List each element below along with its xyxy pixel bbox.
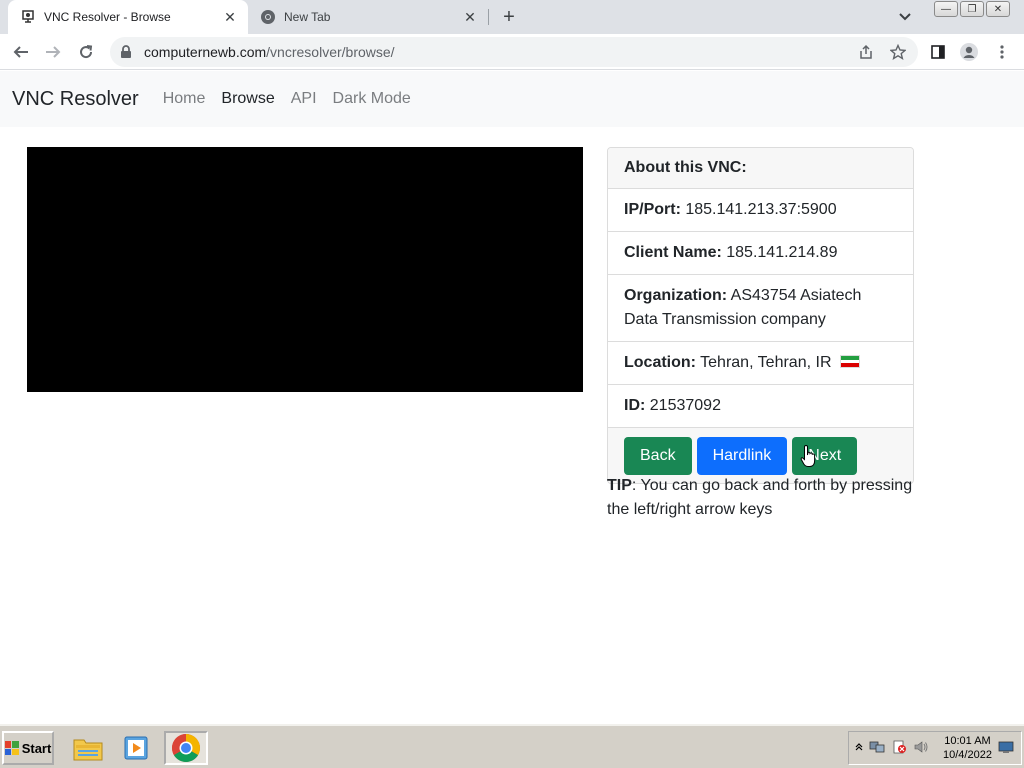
info-label: ID: [624,397,646,414]
info-value: 185.141.213.37:5900 [685,201,837,218]
back-button[interactable]: Back [624,437,692,475]
tray-clock[interactable]: 10:01 AM 10/4/2022 [943,734,992,762]
info-row-client-name: Client Name: 185.141.214.89 [608,232,913,275]
tray-show-desktop-icon[interactable] [998,740,1014,757]
browser-toolbar: computernewb.com/vncresolver/browse/ [0,34,1024,70]
info-row-ip-port: IP/Port: 185.141.213.37:5900 [608,189,913,232]
windows-logo-icon [4,741,19,755]
tab-new-tab[interactable]: New Tab ✕ [248,0,488,34]
info-value: Tehran, Tehran, IR [700,354,832,371]
tab-strip: VNC Resolver - Browse ✕ New Tab ✕ + — ❐ … [0,0,1024,34]
nav-link-api[interactable]: API [291,90,317,108]
back-arrow-icon[interactable] [10,41,32,63]
iran-flag-icon [839,355,860,368]
kebab-menu-icon[interactable] [992,41,1012,63]
clock-date: 10/4/2022 [943,749,992,761]
restore-icon[interactable]: ❐ [960,1,984,17]
system-tray: 10:01 AM 10/4/2022 [848,731,1022,765]
nav-link-home[interactable]: Home [163,90,206,108]
info-label: Client Name: [624,244,722,261]
nav-link-browse[interactable]: Browse [221,90,274,108]
vnc-screenshot [27,147,583,392]
close-window-icon[interactable]: ✕ [986,1,1010,17]
info-value: 185.141.214.89 [726,244,838,261]
reload-icon[interactable] [75,41,97,63]
tip-label: TIP [607,477,632,494]
site-navbar: VNC Resolver Home Browse API Dark Mode [0,71,1024,127]
nav-link-dark-mode[interactable]: Dark Mode [333,90,411,108]
info-label: Organization: [624,287,728,304]
start-button[interactable]: Start [2,731,54,765]
share-icon[interactable] [856,41,876,63]
tip-body: : You can go back and forth by pressing … [607,477,913,518]
info-row-id: ID: 21537092 [608,385,913,428]
tab-search-chevron-icon[interactable] [896,8,914,26]
os-taskbar: Start 10:01 AM 10/4/2022 [0,724,1024,768]
start-label: Start [21,740,52,756]
taskbar-file-explorer-icon[interactable] [66,731,110,765]
tab-close-icon[interactable]: ✕ [462,9,478,25]
info-row-organization: Organization: AS43754 Asiatech Data Tran… [608,275,913,342]
address-bar[interactable]: computernewb.com/vncresolver/browse/ [110,37,918,67]
hand-cursor-icon [800,444,818,468]
tip-text: TIP: You can go back and forth by pressi… [607,474,914,522]
taskbar-media-player-icon[interactable] [114,731,158,765]
site-brand[interactable]: VNC Resolver [12,88,139,111]
vnc-favicon-icon [20,9,36,25]
tray-action-center-icon[interactable] [891,740,907,757]
taskbar-chrome-icon[interactable] [164,731,208,765]
url-path: /vncresolver/browse/ [266,44,395,60]
tab-vnc-resolver[interactable]: VNC Resolver - Browse ✕ [8,0,248,34]
tray-network-icon[interactable] [869,740,885,757]
minimize-icon[interactable]: — [934,1,958,17]
forward-arrow-icon[interactable] [42,41,64,63]
tab-title: New Tab [284,10,331,24]
tab-close-icon[interactable]: ✕ [222,9,238,25]
vnc-info-card: About this VNC: IP/Port: 185.141.213.37:… [607,147,914,484]
info-label: Location: [624,354,696,371]
lock-icon[interactable] [120,45,134,59]
tray-expand-icon[interactable] [855,742,863,755]
card-header: About this VNC: [608,148,913,189]
bookmark-star-icon[interactable] [888,41,908,63]
tab-separator [488,9,489,25]
url-host: computernewb.com [144,44,267,60]
clock-time: 10:01 AM [944,735,991,747]
info-label: IP/Port: [624,201,681,218]
window-controls: — ❐ ✕ [934,1,1010,17]
hardlink-button[interactable]: Hardlink [696,437,788,475]
info-value: 21537092 [649,397,721,414]
new-tab-plus-icon[interactable]: + [498,5,520,29]
tray-volume-icon[interactable] [913,740,929,757]
profile-avatar-icon[interactable] [959,41,979,63]
info-row-location: Location: Tehran, Tehran, IR [608,342,913,385]
tab-title: VNC Resolver - Browse [44,10,171,24]
chrome-favicon-icon [260,9,276,25]
side-panel-icon[interactable] [928,41,948,63]
